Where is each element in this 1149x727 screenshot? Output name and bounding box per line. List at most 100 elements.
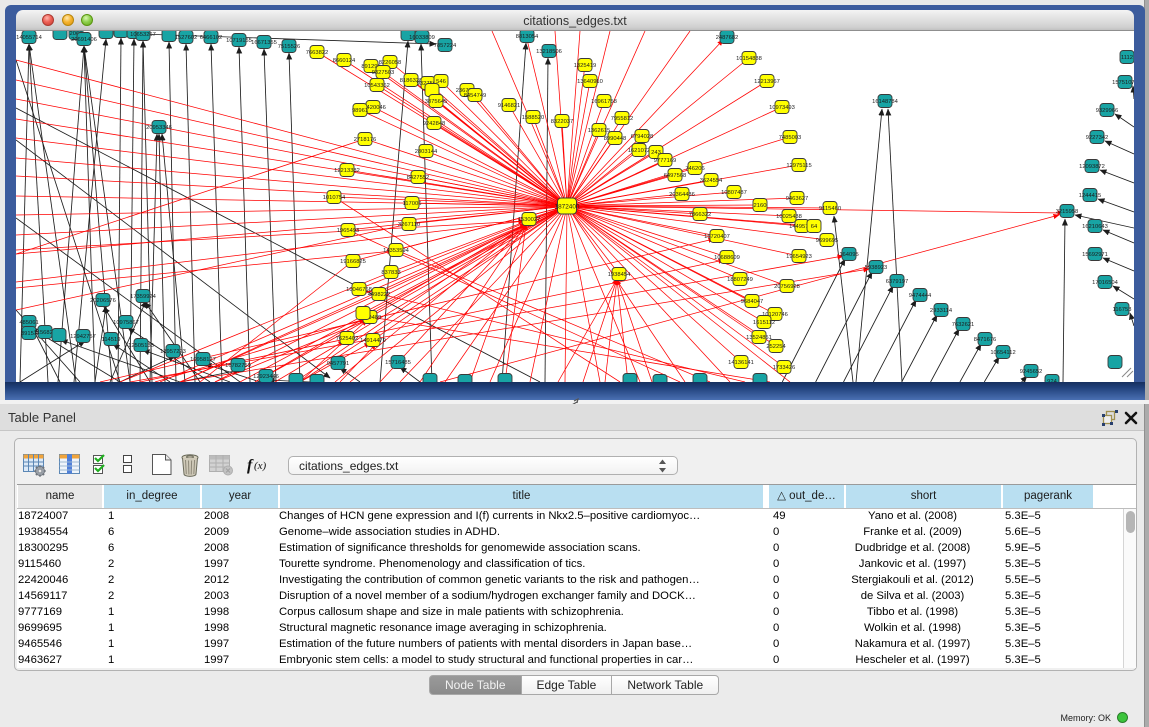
svg-text:12213967: 12213967 xyxy=(754,79,780,85)
svg-text:252254: 252254 xyxy=(766,344,786,350)
svg-text:9115460: 9115460 xyxy=(819,206,841,212)
svg-text:3875645: 3875645 xyxy=(425,99,448,105)
svg-text:9245652: 9245652 xyxy=(1020,369,1043,375)
svg-text:9699695: 9699695 xyxy=(816,238,839,244)
svg-text:8990448: 8990448 xyxy=(604,136,627,142)
svg-text:10807487: 10807487 xyxy=(721,190,747,196)
svg-text:10688609: 10688609 xyxy=(714,255,740,261)
svg-text:10973493: 10973493 xyxy=(769,105,795,111)
svg-text:10653267: 10653267 xyxy=(130,32,156,38)
svg-text:10654112: 10654112 xyxy=(990,350,1015,356)
svg-text:20691406: 20691406 xyxy=(71,37,97,43)
svg-text:1527602: 1527602 xyxy=(175,35,198,41)
svg-text:12093872: 12093872 xyxy=(1079,164,1105,170)
svg-text:6794028: 6794028 xyxy=(631,134,654,140)
svg-text:924: 924 xyxy=(1047,379,1057,382)
svg-text:14136141: 14136141 xyxy=(728,360,754,366)
svg-text:1733426: 1733426 xyxy=(773,365,796,371)
svg-text:7485003: 7485003 xyxy=(779,135,802,141)
svg-text:4498222: 4498222 xyxy=(368,292,391,298)
svg-text:12505135: 12505135 xyxy=(128,343,154,349)
svg-text:1244415: 1244415 xyxy=(1079,193,1102,199)
svg-text:98961: 98961 xyxy=(352,108,368,114)
svg-text:13640910: 13640910 xyxy=(577,79,603,85)
svg-text:8454749: 8454749 xyxy=(464,93,487,99)
svg-text:7515526: 7515526 xyxy=(278,44,301,50)
svg-text:15716485: 15716485 xyxy=(385,360,411,366)
svg-text:2160: 2160 xyxy=(754,203,767,209)
svg-text:16961758: 16961758 xyxy=(591,99,617,105)
svg-text:1325419: 1325419 xyxy=(574,63,597,69)
svg-text:18807249: 18807249 xyxy=(727,277,753,283)
svg-text:1010754: 1010754 xyxy=(323,195,346,201)
svg-text:19654923: 19654923 xyxy=(786,254,812,260)
svg-text:2803144: 2803144 xyxy=(415,149,438,155)
svg-text:9457791: 9457791 xyxy=(327,361,350,367)
svg-text:2718176: 2718176 xyxy=(354,137,377,143)
svg-text:17359924: 17359924 xyxy=(130,294,157,300)
svg-text:14914479: 14914479 xyxy=(360,338,386,344)
svg-text:9327503: 9327503 xyxy=(372,70,395,76)
svg-text:17957223: 17957223 xyxy=(160,349,186,355)
svg-text:9777169: 9777169 xyxy=(654,158,677,164)
svg-text:14055714: 14055714 xyxy=(16,35,43,41)
svg-text:1615112: 1615112 xyxy=(753,320,775,326)
svg-text:13218506: 13218506 xyxy=(536,49,562,55)
svg-text:10543362: 10543362 xyxy=(364,83,390,89)
svg-text:16671355: 16671355 xyxy=(251,40,277,46)
svg-text:3215958: 3215958 xyxy=(1056,209,1079,215)
svg-text:7632621: 7632621 xyxy=(952,322,975,328)
svg-text:9242848: 9242848 xyxy=(423,121,446,127)
svg-text:1362615: 1362615 xyxy=(588,128,611,134)
svg-text:3624554: 3624554 xyxy=(700,178,723,184)
svg-text:16148784: 16148784 xyxy=(872,99,899,105)
svg-text:9474444: 9474444 xyxy=(909,293,932,299)
svg-text:13524851: 13524851 xyxy=(746,335,772,341)
svg-text:164095: 164095 xyxy=(839,252,858,258)
svg-text:f: f xyxy=(247,457,254,474)
svg-text:2933114: 2933114 xyxy=(930,308,953,314)
svg-text:12213382: 12213382 xyxy=(334,168,360,174)
svg-text:7955812: 7955812 xyxy=(611,116,634,122)
svg-text:20364436: 20364436 xyxy=(669,192,695,198)
svg-text:485061: 485061 xyxy=(19,320,38,326)
svg-text:9227342: 9227342 xyxy=(1086,135,1109,141)
svg-text:16782759: 16782759 xyxy=(225,363,251,369)
svg-text:12975115: 12975115 xyxy=(786,163,811,169)
svg-text:12923446: 12923446 xyxy=(253,374,279,380)
svg-text:1621072: 1621072 xyxy=(628,148,651,154)
svg-text:10958127: 10958127 xyxy=(190,357,216,363)
svg-text:117006: 117006 xyxy=(403,201,422,207)
svg-text:7857224: 7857224 xyxy=(434,43,457,49)
svg-text:8322037: 8322037 xyxy=(551,119,574,125)
svg-text:116753: 116753 xyxy=(1113,307,1132,313)
svg-text:5938923: 5938923 xyxy=(865,265,888,271)
svg-text:7866322: 7866322 xyxy=(689,212,712,218)
svg-text:14353594: 14353594 xyxy=(383,248,410,254)
svg-text:837833: 837833 xyxy=(381,270,400,276)
svg-text:6466102: 6466102 xyxy=(200,35,223,41)
svg-text:1872400: 1872400 xyxy=(555,204,580,211)
svg-text:15751074: 15751074 xyxy=(1112,80,1134,86)
svg-text:20206576: 20206576 xyxy=(90,298,116,304)
svg-text:10975867: 10975867 xyxy=(113,320,139,326)
svg-text:9463627: 9463627 xyxy=(786,196,809,202)
svg-text:2487682: 2487682 xyxy=(716,35,739,41)
svg-text:746206: 746206 xyxy=(685,166,704,172)
svg-text:10154838: 10154838 xyxy=(736,56,762,62)
svg-text:(x): (x) xyxy=(254,460,267,472)
svg-text:15720407: 15720407 xyxy=(704,234,730,240)
svg-text:6379197: 6379197 xyxy=(886,279,909,285)
svg-text:8427552: 8427552 xyxy=(407,175,430,181)
svg-text:114519: 114519 xyxy=(102,337,121,343)
svg-text:20953346: 20953346 xyxy=(146,125,172,131)
svg-text:16033809: 16033809 xyxy=(409,35,435,41)
svg-text:16210643: 16210643 xyxy=(1082,224,1108,230)
svg-text:64: 64 xyxy=(811,224,818,230)
svg-text:10719155: 10719155 xyxy=(226,38,252,44)
svg-text:7663822: 7663822 xyxy=(306,50,329,56)
svg-text:1938454: 1938454 xyxy=(608,272,631,278)
svg-text:8813054: 8813054 xyxy=(516,34,539,40)
svg-text:8471676: 8471676 xyxy=(974,337,997,343)
svg-text:8660124: 8660124 xyxy=(333,58,356,64)
